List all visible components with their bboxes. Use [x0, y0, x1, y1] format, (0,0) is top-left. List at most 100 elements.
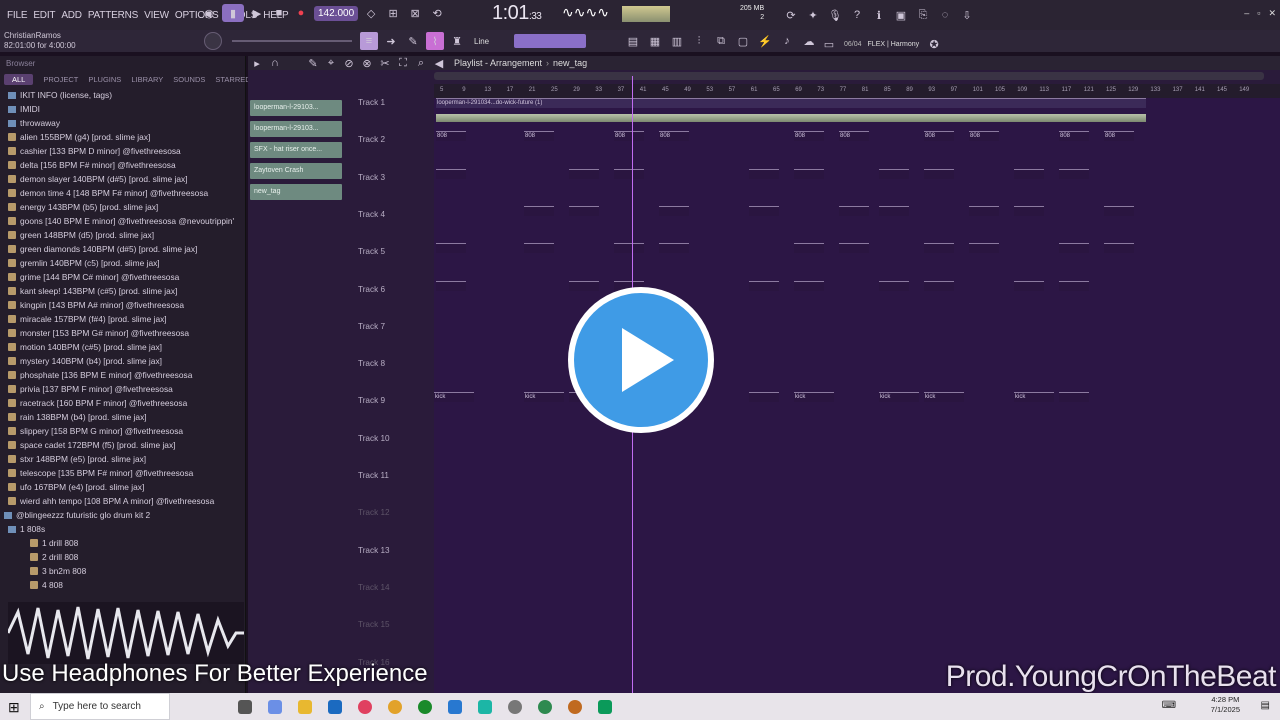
track-header[interactable]: Track 7 — [354, 320, 434, 357]
playlist-clip[interactable] — [969, 243, 999, 254]
app-icon-circle[interactable] — [358, 699, 372, 714]
cloud-icon[interactable]: ☁ — [800, 32, 818, 50]
playlist-clip[interactable] — [969, 205, 999, 216]
menu-item-add[interactable]: ADD — [58, 10, 85, 21]
playlist-clip[interactable] — [659, 243, 689, 254]
list-item[interactable]: kant sleep! 143BPM (c#5) [prod. slime ja… — [8, 284, 245, 298]
playlist-clip[interactable] — [436, 168, 466, 179]
system-clock[interactable]: 4:28 PM 7/1/2025 — [1211, 695, 1240, 715]
track-header[interactable]: Track 9 — [354, 394, 434, 431]
list-item[interactable]: throwaway — [8, 116, 245, 130]
slice-tool-icon[interactable]: ✂ — [376, 54, 394, 72]
pattern-item[interactable]: SFX - hat riser once... — [250, 142, 342, 158]
list-item[interactable]: cashier [133 BPM D minor] @fivethreesosa — [8, 144, 245, 158]
channel-rack-icon[interactable]: ▦ — [646, 32, 664, 50]
maximize-icon[interactable]: ▫ — [1257, 8, 1260, 19]
playlist-clip[interactable]: kick — [924, 392, 964, 403]
settings-icon[interactable]: ✪ — [925, 35, 943, 53]
app-icon-green[interactable] — [598, 699, 612, 714]
wait-icon[interactable]: ⊞ — [384, 4, 402, 22]
list-item[interactable]: energy 143BPM (b5) [prod. slime jax] — [8, 200, 245, 214]
outlook-icon[interactable] — [328, 699, 342, 714]
playlist-scroll[interactable] — [434, 72, 1264, 80]
master-pitch-slider[interactable] — [232, 40, 352, 42]
tempo-knob-icon[interactable]: ◉ — [200, 4, 218, 22]
browser-tab-plugins[interactable]: PLUGINS — [88, 75, 121, 84]
snap-mode[interactable]: Line — [470, 37, 510, 46]
playlist-clip[interactable] — [614, 168, 644, 179]
list-item[interactable]: grime [144 BPM C# minor] @fivethreesosa — [8, 270, 245, 284]
playlist-clip[interactable]: 808 — [524, 131, 554, 142]
menu-item-edit[interactable]: EDIT — [30, 10, 58, 21]
list-item[interactable]: kingpin [143 BPM A# minor] @fivethreesos… — [8, 298, 245, 312]
list-item[interactable]: IMIDI — [8, 102, 245, 116]
stamp-icon[interactable]: ♜ — [448, 32, 466, 50]
track-header[interactable]: Track 12 — [354, 506, 434, 543]
select-tool-icon[interactable]: ⛶ — [394, 54, 412, 72]
playlist-clip[interactable] — [1059, 280, 1089, 291]
playlist-icon[interactable]: ≡ — [360, 32, 378, 50]
delete-tool-icon[interactable]: ⊘ — [340, 54, 358, 72]
playlist-clip[interactable]: kick — [879, 392, 919, 403]
playlist-clip[interactable] — [794, 280, 824, 291]
mixer-icon[interactable]: ▤ — [624, 32, 642, 50]
pencil-icon[interactable]: ✎ — [404, 32, 422, 50]
magnet-icon[interactable]: ∩ — [266, 54, 284, 72]
list-item[interactable]: motion 140BPM (c#5) [prod. slime jax] — [8, 340, 245, 354]
video-play-button[interactable] — [568, 287, 714, 433]
playlist-clip[interactable] — [569, 205, 599, 216]
list-item[interactable]: phosphate [136 BPM E minor] @fivethreeso… — [8, 368, 245, 382]
list-item[interactable]: racetrack [160 BPM F minor] @fivethreeso… — [8, 396, 245, 410]
playlist-clip[interactable] — [569, 168, 599, 179]
playlist-clip[interactable] — [879, 205, 909, 216]
list-item[interactable]: telescope [135 BPM F# minor] @fivethrees… — [8, 466, 245, 480]
pattern-selector[interactable] — [514, 34, 586, 48]
task-view-icon[interactable] — [238, 699, 252, 714]
playlist-clip[interactable] — [524, 205, 554, 216]
list-item[interactable]: green 148BPM (d5) [prod. slime jax] — [8, 228, 245, 242]
playlist-clip[interactable] — [1059, 392, 1089, 403]
play-icon[interactable]: ▶ — [248, 4, 266, 22]
playlist-clip[interactable] — [1014, 280, 1044, 291]
playlist-clip[interactable]: kick — [524, 392, 564, 403]
menu-item-patterns[interactable]: PATTERNS — [85, 10, 141, 21]
mute-tool-icon[interactable]: ⊗ — [358, 54, 376, 72]
list-item[interactable]: 1 808s — [8, 522, 245, 536]
list-item[interactable]: space cadet 172BPM (f5) [prod. slime jax… — [8, 438, 245, 452]
playlist-clip[interactable] — [924, 280, 954, 291]
list-item[interactable]: delta [156 BPM F# minor] @fivethreesosa — [8, 158, 245, 172]
menu-item-view[interactable]: VIEW — [141, 10, 172, 21]
track-header[interactable]: Track 10 — [354, 432, 434, 469]
pattern-item[interactable]: looperman-l-29103... — [250, 121, 342, 137]
playlist-clip[interactable] — [614, 243, 644, 254]
tempo-tap-icon[interactable]: ♪ — [778, 32, 796, 50]
list-item[interactable]: demon time 4 [148 BPM F# minor] @fivethr… — [8, 186, 245, 200]
keyboard-icon[interactable]: ⌨ — [1162, 700, 1176, 711]
browser-tab-project[interactable]: PROJECT — [43, 75, 78, 84]
help-icon[interactable]: ? — [848, 6, 866, 24]
playlist-clip[interactable]: 808 — [659, 131, 689, 142]
track-header[interactable]: Track 14 — [354, 581, 434, 618]
playlist-clip[interactable] — [749, 168, 779, 179]
mic-icon[interactable]: 🎙 — [826, 6, 844, 24]
playlist-clip[interactable]: 808 — [614, 131, 644, 142]
browser-tab-library[interactable]: LIBRARY — [131, 75, 163, 84]
playlist-clip[interactable] — [1059, 243, 1089, 254]
info-icon[interactable]: ℹ — [870, 6, 888, 24]
fl-studio-icon[interactable] — [568, 699, 582, 714]
close-icon[interactable]: ✕ — [1268, 8, 1276, 19]
countdown-icon[interactable]: ⊠ — [406, 4, 424, 22]
playlist-clip[interactable] — [1104, 205, 1134, 216]
track-header[interactable]: Track 5 — [354, 245, 434, 282]
metronome-icon[interactable]: ◇ — [362, 4, 380, 22]
playlist-clip[interactable] — [749, 392, 779, 403]
list-item[interactable]: IKIT INFO (license, tags) — [8, 88, 245, 102]
windows-start-icon[interactable]: ⊞ — [8, 700, 22, 714]
loop-record-icon[interactable]: ⟲ — [428, 4, 446, 22]
list-item[interactable]: goons [140 BPM E minor] @fivethreesosa @… — [8, 214, 245, 228]
list-item[interactable]: monster [153 BPM G# minor] @fivethreesos… — [8, 326, 245, 340]
track-header[interactable]: Track 3 — [354, 171, 434, 208]
record-icon[interactable]: ● — [292, 4, 310, 22]
pattern-item[interactable]: new_tag — [250, 184, 342, 200]
edge-icon[interactable] — [538, 699, 552, 714]
